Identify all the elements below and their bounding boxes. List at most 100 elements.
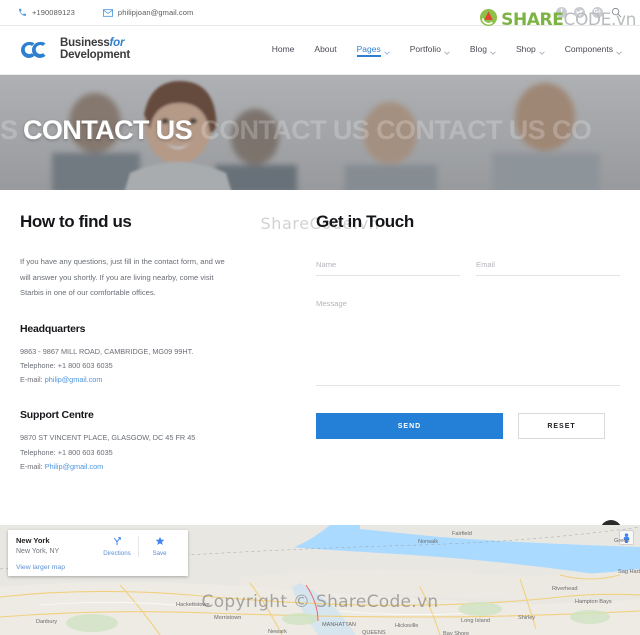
page-title: CONTACT US (23, 115, 193, 145)
form-buttons: SEND RESET (316, 413, 620, 439)
nav-label: Blog (469, 43, 487, 54)
google-map[interactable]: New York New York, NY Directions Save Vi… (0, 525, 640, 635)
map-label: Fairfield (452, 531, 472, 537)
nav-label: Home (271, 43, 295, 54)
map-place-title: New York (16, 536, 50, 545)
map-place-subtitle: New York, NY (16, 547, 60, 555)
topbar-email[interactable]: philipjoan@gmail.com (102, 8, 194, 17)
nav-label: Shop (515, 43, 536, 54)
logo-for: for (109, 37, 125, 50)
chevron-down-icon (490, 47, 496, 55)
email-input[interactable] (476, 260, 620, 276)
telephone-label: Telephone: (20, 360, 56, 370)
office-name-headquarters: Headquarters (20, 322, 86, 335)
nav-item-home[interactable]: Home (272, 44, 295, 57)
site-logo[interactable]: Businessfor Development (18, 37, 131, 61)
office-email: E-mail: philip@gmail.com (20, 373, 280, 387)
directions-icon (112, 536, 122, 548)
find-us-lead: If you have any questions, just fill in … (20, 257, 225, 298)
nav-label: Components (564, 43, 613, 54)
twitter-icon[interactable] (574, 7, 585, 18)
nav-label: Pages (356, 43, 381, 54)
site-header: Businessfor Development Home About Pages… (0, 26, 640, 75)
logo-line1: Business (60, 37, 110, 50)
nav-label: About (314, 43, 337, 54)
contact-page: +190089123 philipjoan@gmail.com f G+ Bus… (0, 0, 640, 635)
email-field (476, 254, 620, 276)
map-label: Riverhead (552, 586, 578, 592)
facebook-icon[interactable]: f (556, 7, 567, 18)
chevron-down-icon (384, 47, 390, 55)
topbar-phone[interactable]: +190089123 (18, 8, 75, 17)
nav-item-components[interactable]: Components (565, 44, 622, 57)
telephone-value: +1 800 603 6035 (57, 447, 113, 457)
map-save-button[interactable]: Save (138, 536, 180, 557)
chevron-down-icon (539, 47, 545, 55)
map-label: Newark (268, 629, 287, 635)
office-address: 9863 - 9867 MILL ROAD, CAMBRIDGE, MG09 9… (20, 346, 194, 356)
map-label: MANHATTAN (322, 622, 356, 628)
email-link[interactable]: philip@gmail.com (45, 375, 103, 384)
main-content: How to find us If you have any questions… (0, 190, 640, 542)
topbar-email-text: philipjoan@gmail.com (117, 8, 194, 17)
name-field (316, 254, 460, 276)
map-label: QUEENS (362, 630, 386, 635)
reset-button[interactable]: RESET (518, 413, 605, 439)
star-icon (155, 536, 165, 548)
office-address: 9870 ST VINCENT PLACE, GLASGOW, DC 45 FR… (20, 433, 196, 443)
map-label: Morristown (214, 615, 242, 621)
map-card-actions: Directions Save (96, 536, 180, 557)
message-field (316, 298, 620, 391)
nav-item-shop[interactable]: Shop (516, 44, 545, 57)
nav-label: Portfolio (409, 43, 441, 54)
contact-form: SEND RESET (316, 254, 620, 439)
directions-label: Directions (103, 550, 131, 557)
hero-banner: S CONTACT US CONTACT US CONTACT US CO CO… (0, 75, 640, 190)
view-larger-map-link[interactable]: View larger map (16, 564, 180, 571)
map-label: Norwalk (418, 539, 439, 545)
phone-icon (18, 8, 27, 17)
map-card-text: New York New York, NY (16, 536, 96, 557)
logo-line2: Development (60, 49, 131, 61)
office-name-support-centre: Support Centre (20, 409, 94, 422)
search-icon[interactable] (610, 7, 622, 19)
map-info-card: New York New York, NY Directions Save Vi… (8, 530, 188, 577)
nav-item-blog[interactable]: Blog (470, 44, 496, 57)
send-button[interactable]: SEND (316, 413, 503, 439)
map-label: Danbury (36, 619, 58, 625)
contact-form-column: Get in Touch SEND RESET (292, 212, 620, 474)
cc-logo-icon (18, 39, 54, 61)
logo-text: Businessfor Development (60, 37, 131, 61)
form-row-name-email (316, 254, 620, 276)
nav-item-portfolio[interactable]: Portfolio (410, 44, 450, 57)
office-telephone: Telephone: +1 800 603 6035 (20, 359, 280, 373)
message-input[interactable] (316, 298, 620, 386)
email-label: E-mail: (20, 461, 43, 471)
nav-item-pages[interactable]: Pages (356, 43, 390, 57)
office-telephone: Telephone: +1 800 603 6035 (20, 446, 280, 460)
nav-item-about[interactable]: About (314, 44, 336, 57)
map-directions-button[interactable]: Directions (96, 536, 138, 557)
map-label: Shirley (518, 615, 536, 621)
find-us-column: How to find us If you have any questions… (20, 212, 292, 474)
chevron-down-icon (444, 47, 450, 55)
map-card-top: New York New York, NY Directions Save (16, 536, 180, 557)
envelope-icon (102, 8, 113, 17)
map-label: Bay Shore (443, 631, 470, 635)
topbar-right: f G+ (556, 7, 622, 19)
telephone-label: Telephone: (20, 447, 56, 457)
find-us-title: How to find us (20, 212, 132, 231)
map-label: Long Island (461, 618, 490, 624)
email-label: E-mail: (20, 375, 43, 385)
map-label: Sag Harb (618, 569, 640, 575)
telephone-value: +1 800 603 6035 (57, 360, 113, 370)
get-in-touch-title: Get in Touch (316, 212, 414, 231)
map-label: Hicksville (395, 623, 419, 629)
google-plus-icon[interactable]: G+ (592, 7, 603, 18)
map-label: Hampton Bays (575, 599, 612, 605)
map-label: Hackettstown (176, 602, 210, 608)
top-bar: +190089123 philipjoan@gmail.com f G+ (0, 0, 640, 26)
topbar-phone-text: +190089123 (32, 8, 75, 17)
email-link[interactable]: Philip@gmail.com (45, 462, 104, 471)
name-input[interactable] (316, 260, 460, 276)
